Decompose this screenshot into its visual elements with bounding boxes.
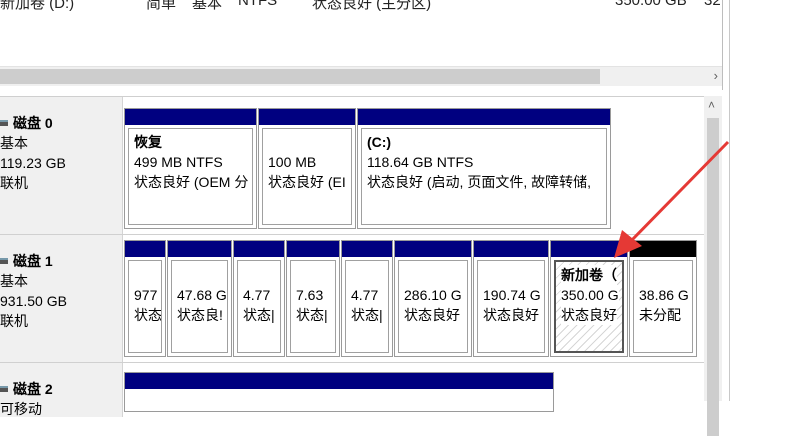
disk-icon (0, 258, 8, 264)
partition-disk1-1[interactable]: 977 状态 (124, 240, 166, 357)
scroll-right-icon[interactable]: › (714, 68, 718, 83)
partition-disk2[interactable] (124, 372, 554, 412)
disk-0-size: 119.23 GB (0, 155, 66, 171)
partition-disk1-2[interactable]: 47.68 G 状态良! (167, 240, 232, 357)
partition-recovery[interactable]: 恢复 499 MB NTFS 状态良好 (OEM 分 (124, 108, 257, 229)
partition-efi[interactable]: 100 MB 状态良好 (EI (258, 108, 356, 229)
volume-status: 状态良好 (主分区) (312, 0, 432, 12)
disk-1-label[interactable]: 磁盘 1 基本 931.50 GB 联机 (0, 235, 123, 378)
disk-icon (0, 120, 8, 126)
disk-2-type: 可移动 (0, 401, 42, 417)
volume-list-row[interactable]: 新加卷 (D:) 简单 基本 NTFS 状态良好 (主分区) 350.00 GB… (0, 0, 722, 12)
partition-disk1-6[interactable]: 286.10 G 状态良好 (394, 240, 472, 357)
partition-disk1-3[interactable]: 4.77 状态| (233, 240, 285, 357)
volume-fs: NTFS (238, 0, 278, 9)
disk-1-size: 931.50 GB (0, 293, 67, 309)
disk-0-state: 联机 (0, 175, 28, 191)
volume-layout: 简单 (146, 0, 177, 12)
disk-0-type: 基本 (0, 135, 28, 151)
volume-name: 新加卷 (D:) (0, 0, 75, 12)
partition-disk1-7[interactable]: 190.74 G 状态良好 (473, 240, 549, 357)
disk-2-label[interactable]: 磁盘 2 可移动 (0, 363, 123, 417)
annotation-arrow-icon (614, 140, 730, 258)
disk-icon (0, 386, 8, 392)
volume-type: 基本 (192, 0, 223, 12)
partition-c[interactable]: (C:) 118.64 GB NTFS 状态良好 (启动, 页面文件, 故障转储… (357, 108, 611, 229)
volume-free: 32 (704, 0, 721, 9)
volume-list-pane: 新加卷 (D:) 简单 基本 NTFS 状态良好 (主分区) 350.00 GB… (0, 0, 722, 88)
disk-1-type: 基本 (0, 273, 28, 289)
blank-area (730, 0, 802, 401)
arrow-shaft (628, 140, 730, 244)
scroll-up-icon[interactable]: ˄ (708, 98, 715, 112)
volume-capacity: 350.00 GB (615, 0, 687, 9)
scrollbar-thumb[interactable] (0, 69, 600, 84)
disk-0-label[interactable]: 磁盘 0 基本 119.23 GB 联机 (0, 97, 123, 250)
partition-disk1-5[interactable]: 4.77 状态| (341, 240, 393, 357)
disk-1-state: 联机 (0, 313, 28, 329)
partition-disk1-4[interactable]: 7.63 状态| (286, 240, 340, 357)
horizontal-scrollbar[interactable]: › (0, 66, 722, 86)
pane-border (722, 0, 723, 90)
